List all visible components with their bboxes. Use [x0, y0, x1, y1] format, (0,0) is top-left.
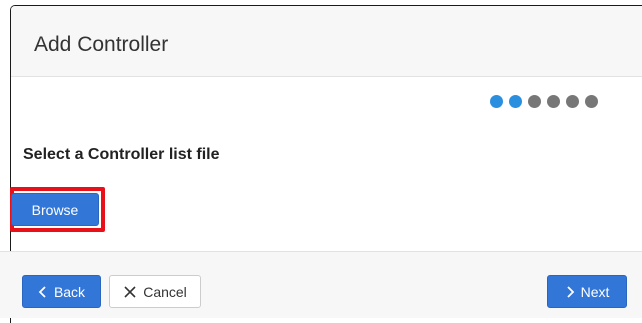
wizard-step-indicator	[490, 95, 598, 109]
back-button-label: Back	[53, 283, 86, 300]
step-dot-2	[509, 95, 522, 108]
next-button[interactable]: Next	[547, 275, 627, 308]
x-icon	[123, 285, 137, 299]
chevron-right-icon	[565, 285, 575, 298]
step-dot-1	[490, 95, 503, 108]
browse-button[interactable]: Browse	[11, 193, 99, 226]
back-button[interactable]: Back	[22, 275, 101, 308]
browse-button-label: Browse	[31, 201, 79, 218]
step-dot-5	[566, 95, 579, 108]
section-heading: Select a Controller list file	[23, 146, 220, 163]
step-dot-3	[528, 95, 541, 108]
cancel-button[interactable]: Cancel	[109, 275, 201, 308]
dialog-title: Add Controller	[34, 33, 169, 56]
cancel-button-label: Cancel	[143, 283, 187, 300]
dialog-header: Add Controller	[11, 6, 642, 77]
chevron-left-icon	[38, 285, 48, 298]
step-dot-6	[585, 95, 598, 108]
next-button-label: Next	[580, 283, 610, 300]
step-dot-4	[547, 95, 560, 108]
